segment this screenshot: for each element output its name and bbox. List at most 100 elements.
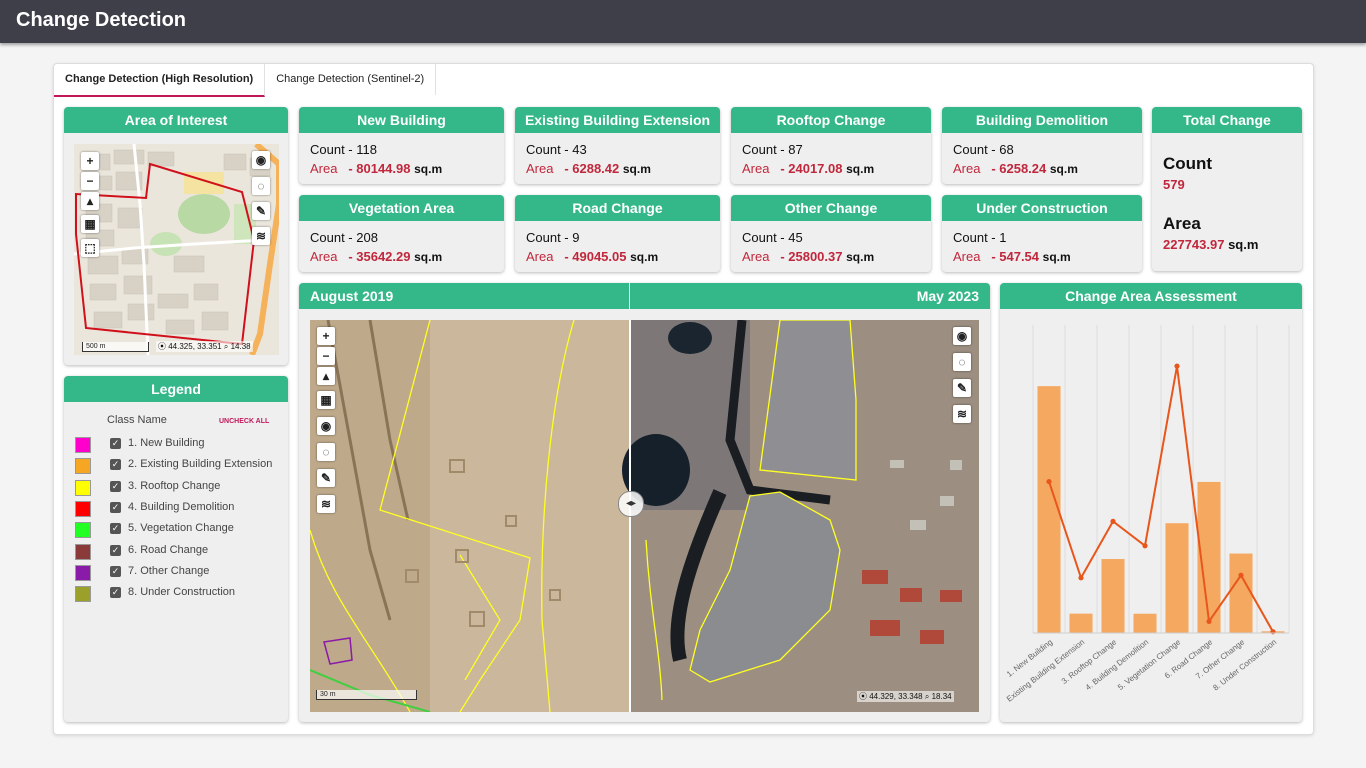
total-change-title: Total Change	[1152, 107, 1302, 133]
aoi-zoom-out-button[interactable]: −	[81, 172, 99, 190]
aoi-map[interactable]: + − ▴ ▦ ⬚ ◉ ◌ ✎ ≋ 500 m ⦿ 44.325, 33.351…	[74, 144, 279, 355]
map-pin-icon: ⦿	[158, 342, 166, 351]
summary-card: Vegetation Area Count - 208 Area - 35642.2…	[299, 195, 504, 272]
card-title: Rooftop Change	[731, 107, 931, 133]
legend-checkbox[interactable]: ✓	[110, 438, 121, 449]
card-area-label: Area	[742, 249, 770, 264]
compare-layers-right-icon[interactable]: ≋	[953, 405, 971, 423]
left-date-header: August 2019	[299, 283, 629, 309]
aoi-select-icon[interactable]: ◌	[252, 177, 270, 195]
aoi-map-canvas	[74, 144, 279, 355]
legend-label: 6. Road Change	[128, 543, 209, 556]
card-area: Area - 49045.05 sq.m	[526, 249, 658, 264]
card-area-unit: sq.m	[1049, 162, 1078, 176]
chart-bar	[1133, 613, 1157, 633]
card-area-label: Area	[953, 249, 981, 264]
zoom-icon: ⌕	[223, 342, 229, 351]
summary-card: Rooftop Change Count - 87 Area - 24017.08 …	[731, 107, 931, 184]
swipe-divider-handle[interactable]: ◂▸	[618, 491, 644, 517]
aoi-zoom-select-icon[interactable]: ⬚	[81, 239, 99, 257]
legend-checkbox[interactable]: ✓	[110, 523, 121, 535]
card-count: Count - 43	[526, 142, 587, 157]
legend-checkbox[interactable]: ✓	[110, 587, 121, 599]
chart-point	[1078, 575, 1084, 581]
card-title: Vegetation Area	[299, 195, 504, 221]
legend-item[interactable]: ✓ 1. New Building	[64, 436, 284, 454]
right-date-label: May 2023	[916, 288, 979, 304]
aoi-zoom-in-button[interactable]: +	[81, 152, 99, 170]
card-area-label: Area	[742, 161, 770, 176]
legend-panel: Legend Class Name UNCHECK ALL ✓ 1. New Bu…	[64, 376, 288, 722]
compare-pen-right-icon[interactable]: ✎	[953, 379, 971, 397]
card-title: Under Construction	[942, 195, 1142, 221]
summary-card: Road Change Count - 9 Area - 49045.05 sq.m	[515, 195, 720, 272]
compare-select-left-icon[interactable]: ◌	[317, 443, 335, 461]
card-count: Count - 1	[953, 230, 1007, 245]
tab-bar: Change Detection (High Resolution) Chang…	[54, 64, 437, 97]
legend-label: 8. Under Construction	[128, 586, 235, 599]
legend-item[interactable]: ✓ 4. Building Demolition	[64, 500, 284, 518]
legend-label: 2. Existing Building Extension	[128, 458, 273, 471]
uncheck-all-button[interactable]: UNCHECK ALL	[219, 418, 269, 425]
zoom-icon: ⌕	[924, 692, 930, 701]
compare-coords: ⦿ 44.329, 33.348 ⌕ 18.34	[857, 691, 954, 702]
legend-item[interactable]: ✓ 2. Existing Building Extension	[64, 457, 284, 475]
card-area-value: - 24017.08	[780, 161, 843, 176]
right-date-header: May 2023	[630, 283, 990, 309]
aoi-grid-icon[interactable]: ▦	[81, 215, 99, 233]
card-area: Area - 35642.29 sq.m	[310, 249, 442, 264]
compare-layers-left-icon[interactable]: ≋	[317, 495, 335, 513]
compare-grid-icon[interactable]: ▦	[317, 391, 335, 409]
legend-color-swatch	[75, 500, 91, 517]
legend-item[interactable]: ✓ 7. Other Change	[64, 564, 284, 582]
card-count: Count - 208	[310, 230, 378, 245]
aoi-coords-text: 44.325, 33.351	[168, 342, 222, 351]
legend-label: 3. Rooftop Change	[128, 479, 221, 492]
compare-zoom-out-button[interactable]: −	[317, 347, 335, 365]
card-area: Area - 80144.98 sq.m	[310, 161, 442, 176]
legend-item[interactable]: ✓ 6. Road Change	[64, 543, 284, 561]
legend-checkbox[interactable]: ✓	[110, 480, 121, 492]
card-area-unit: sq.m	[622, 162, 651, 176]
card-area-unit: sq.m	[1042, 250, 1071, 264]
aoi-compass-icon[interactable]: ▴	[81, 192, 99, 210]
legend-checkbox[interactable]: ✓	[110, 501, 121, 513]
tab-sentinel-2[interactable]: Change Detection (Sentinel-2)	[265, 64, 437, 95]
card-count: Count - 118	[310, 142, 377, 157]
legend-checkbox[interactable]: ✓	[110, 544, 121, 556]
legend-checkbox[interactable]: ✓	[110, 565, 121, 577]
legend-header: Class Name	[107, 414, 167, 426]
total-count-value: 579	[1163, 177, 1185, 192]
compare-panel: August 2019 May 2023 + − ▴ ▦ ◉ ◌ ✎ ≋ ◉ ◌…	[299, 283, 990, 722]
legend-item[interactable]: ✓ 5. Vegetation Change	[64, 521, 284, 539]
tab-high-resolution[interactable]: Change Detection (High Resolution)	[54, 64, 266, 97]
legend-checkbox[interactable]: ✓	[110, 459, 121, 471]
card-area-unit: sq.m	[846, 162, 875, 176]
card-count: Count - 87	[742, 142, 803, 157]
legend-label: 5. Vegetation Change	[128, 522, 234, 535]
legend-item[interactable]: ✓ 3. Rooftop Change	[64, 479, 284, 497]
compare-pen-left-icon[interactable]: ✎	[317, 469, 335, 487]
total-area-label: Area	[1163, 214, 1201, 233]
compare-coords-text: 44.329, 33.348	[869, 692, 923, 701]
summary-card: New Building Count - 118 Area - 80144.98 s…	[299, 107, 504, 184]
compare-compass-icon[interactable]: ▴	[317, 367, 335, 385]
chart-point	[1206, 618, 1212, 625]
aoi-panel: Area of Interest + − ▴ ▦ ⬚ ◉ ◌ ✎ ≋ 500 m…	[64, 107, 288, 365]
compare-camera-left-icon[interactable]: ◉	[317, 417, 335, 435]
aoi-title: Area of Interest	[64, 107, 288, 133]
compare-zoom-in-button[interactable]: +	[317, 327, 335, 345]
compare-map-canvas	[310, 320, 979, 712]
compare-camera-right-icon[interactable]: ◉	[953, 327, 971, 345]
compare-map[interactable]: + − ▴ ▦ ◉ ◌ ✎ ≋ ◉ ◌ ✎ ≋ ◂▸ 30 m ⦿ 44.329…	[310, 320, 979, 712]
map-pin-icon: ⦿	[859, 692, 867, 701]
card-count: Count - 45	[742, 230, 803, 245]
aoi-layers-icon[interactable]: ≋	[252, 227, 270, 245]
aoi-pen-icon[interactable]: ✎	[252, 202, 270, 220]
card-area: Area - 25800.37 sq.m	[742, 249, 874, 264]
compare-select-right-icon[interactable]: ◌	[953, 353, 971, 371]
aoi-camera-icon[interactable]: ◉	[252, 151, 270, 169]
legend-item[interactable]: ✓ 8. Under Construction	[64, 585, 284, 603]
chart-panel: Change Area Assessment 1. New Building Ex…	[1000, 283, 1302, 722]
card-title: Building Demolition	[942, 107, 1142, 133]
